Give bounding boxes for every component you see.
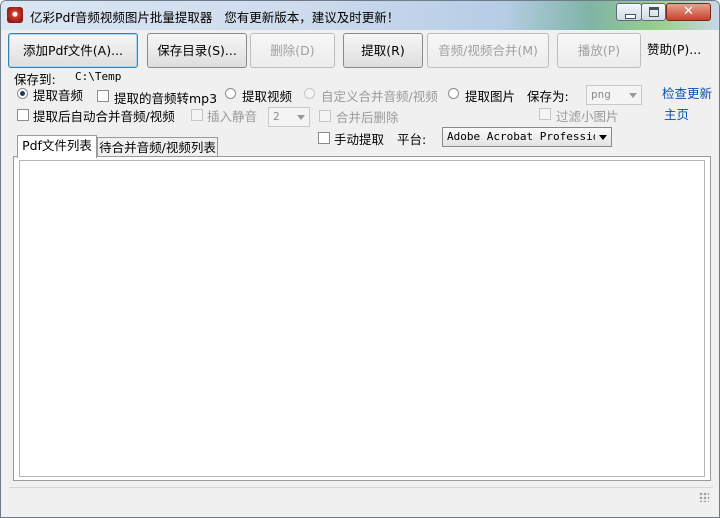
audio-to-mp3-label[interactable]: 提取的音频转mp3: [114, 88, 217, 107]
minimize-icon: [617, 4, 641, 20]
status-bar: [9, 487, 713, 508]
delete-button[interactable]: 删除(D): [250, 33, 335, 68]
app-title: 亿彩Pdf音频视频图片批量提取器: [30, 10, 213, 25]
manual-extract-checkbox[interactable]: [318, 132, 330, 144]
window-title: 亿彩Pdf音频视频图片批量提取器 您有更新版本，建议及时更新！: [30, 7, 399, 26]
add-pdf-button[interactable]: 添加Pdf文件(A)...: [8, 33, 138, 68]
save-as-select[interactable]: png: [586, 85, 642, 105]
help-button[interactable]: 赞助(P)...: [647, 33, 701, 68]
chevron-down-icon: [297, 115, 305, 120]
save-dir-button[interactable]: 保存目录(S)...: [147, 33, 247, 68]
merge-button[interactable]: 音频/视频合并(M): [427, 33, 549, 68]
minimize-button[interactable]: [616, 3, 642, 21]
manual-extract-label[interactable]: 手动提取: [334, 129, 384, 148]
close-icon: ✕: [683, 4, 694, 19]
maximize-icon: [642, 4, 665, 20]
filter-small-label[interactable]: 过滤小图片: [556, 106, 619, 125]
play-button[interactable]: 播放(P): [557, 33, 641, 68]
chevron-down-icon: [599, 135, 607, 140]
save-to-path: C:\Temp: [75, 70, 122, 83]
extract-audio-label[interactable]: 提取音频: [33, 85, 83, 104]
app-logo-icon[interactable]: [7, 7, 23, 23]
extract-button[interactable]: 提取(R): [343, 33, 423, 68]
auto-merge-label[interactable]: 提取后自动合并音频/视频: [33, 106, 175, 125]
tab-panel: [13, 156, 711, 481]
maximize-button[interactable]: [641, 3, 666, 21]
audio-to-mp3-checkbox[interactable]: [97, 90, 109, 102]
extract-image-label[interactable]: 提取图片: [465, 86, 515, 105]
app-window: 亿彩Pdf音频视频图片批量提取器 您有更新版本，建议及时更新！ ✕ 添加Pdf文…: [0, 0, 720, 518]
chevron-down-icon: [629, 93, 637, 98]
extract-video-radio[interactable]: [225, 88, 236, 99]
platform-value: Adobe Acrobat Professional: [447, 130, 595, 143]
platform-label: 平台:: [397, 132, 427, 147]
filter-small-checkbox[interactable]: [539, 108, 551, 120]
silence-value: 2: [273, 110, 280, 123]
insert-silence-checkbox[interactable]: [191, 109, 203, 121]
resize-grip-icon[interactable]: [699, 492, 709, 502]
tab-pdf-list[interactable]: Pdf文件列表: [17, 135, 97, 158]
tab-merge-list[interactable]: 待合并音频/视频列表: [97, 137, 218, 157]
check-update-link[interactable]: 检查更新: [662, 83, 712, 102]
auto-merge-checkbox[interactable]: [17, 109, 29, 121]
delete-after-merge-checkbox[interactable]: [319, 110, 331, 122]
close-button[interactable]: ✕: [666, 3, 711, 21]
pdf-file-list[interactable]: [19, 160, 705, 477]
insert-silence-label[interactable]: 插入静音: [207, 106, 257, 125]
save-as-value: png: [591, 88, 611, 101]
extract-video-label[interactable]: 提取视频: [242, 86, 292, 105]
title-bar[interactable]: 亿彩Pdf音频视频图片批量提取器 您有更新版本，建议及时更新！ ✕: [1, 1, 719, 30]
extract-audio-radio[interactable]: [17, 88, 28, 99]
homepage-link[interactable]: 主页: [664, 104, 689, 123]
platform-select[interactable]: Adobe Acrobat Professional: [442, 127, 612, 147]
save-as-label: 保存为:: [527, 89, 569, 104]
extract-image-radio[interactable]: [448, 88, 459, 99]
silence-select[interactable]: 2: [268, 107, 310, 127]
custom-merge-label[interactable]: 自定义合并音频/视频: [321, 86, 438, 105]
update-notice: 您有更新版本，建议及时更新！: [224, 10, 400, 25]
custom-merge-radio[interactable]: [304, 88, 315, 99]
delete-after-merge-label[interactable]: 合并后删除: [336, 107, 399, 126]
